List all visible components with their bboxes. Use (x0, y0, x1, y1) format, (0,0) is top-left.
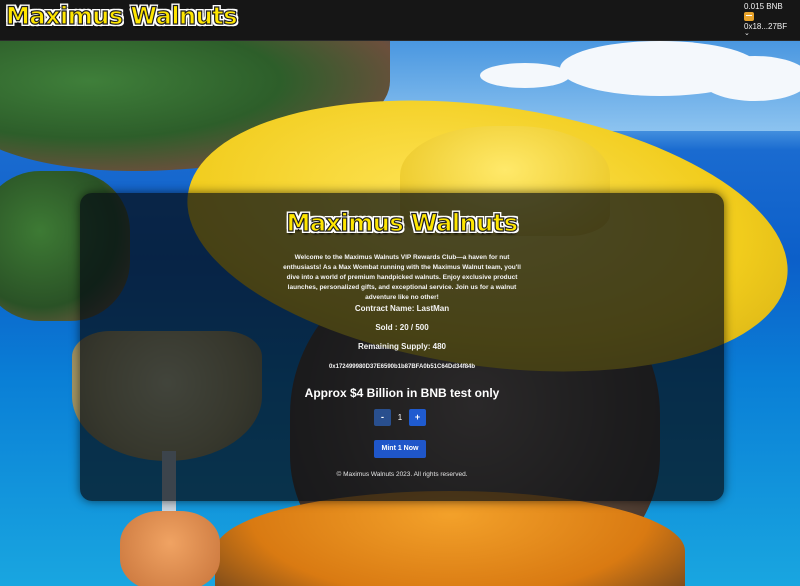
site-logo[interactable]: Maximus Walnuts (5, 1, 238, 30)
quantity-stepper: - 1 + (374, 409, 426, 426)
card-logo: Maximus Walnuts (286, 208, 519, 237)
decrease-button[interactable]: - (374, 409, 391, 426)
cloud (700, 56, 800, 101)
sold-count: Sold : 20 / 500 (375, 323, 429, 332)
quantity-value: 1 (397, 413, 403, 422)
top-bar: Maximus Walnuts 0.015 BNB 0x18...27BF ⌄ (0, 0, 800, 41)
price-note: Approx $4 Billion in BNB test only (304, 386, 500, 400)
contract-name: Contract Name: LastMan (354, 304, 450, 313)
contract-address: 0x172499980D37E6590b1b87BFA0b51C64Dd34f8… (328, 364, 476, 370)
mint-card: Maximus Walnuts Welcome to the Maximus W… (80, 193, 724, 501)
increase-button[interactable]: + (409, 409, 426, 426)
wombat-hand (120, 511, 220, 586)
wallet-icon (744, 12, 754, 21)
welcome-text: Welcome to the Maximus Walnuts VIP Rewar… (283, 254, 521, 301)
cloud (480, 63, 570, 88)
footer-copyright: © Maximus Walnuts 2023. All rights reser… (336, 471, 468, 478)
wallet-balance: 0.015 BNB (744, 2, 783, 11)
mint-button[interactable]: Mint 1 Now (374, 440, 426, 458)
chevron-down-icon[interactable]: ⌄ (744, 30, 794, 37)
wallet-menu[interactable]: 0.015 BNB 0x18...27BF ⌄ (744, 2, 794, 37)
wallet-address: 0x18...27BF (744, 22, 788, 31)
remaining-supply: Remaining Supply: 480 (357, 342, 447, 351)
